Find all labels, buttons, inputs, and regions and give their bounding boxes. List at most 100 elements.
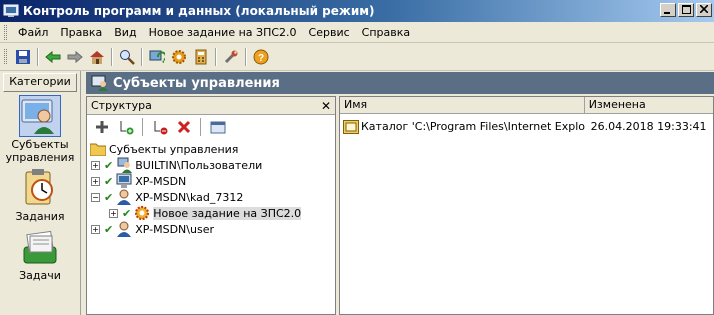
main-toolbar: ? <box>0 43 714 71</box>
structure-panel-title: Структура <box>91 99 152 112</box>
tree-node-label: XP-MSDN\user <box>135 222 214 236</box>
tree-toolbar <box>87 115 335 139</box>
checkmark-icon: ✔ <box>122 206 132 220</box>
card-file-icon <box>23 230 57 264</box>
menu-view[interactable]: Вид <box>108 26 142 39</box>
add-icon <box>96 121 108 133</box>
refresh-button[interactable] <box>146 46 168 68</box>
clipboard-clock-icon <box>25 169 53 205</box>
expand-icon[interactable]: + <box>109 208 118 218</box>
menu-grip[interactable] <box>4 24 7 40</box>
menu-edit[interactable]: Правка <box>54 26 108 39</box>
menu-help[interactable]: Справка <box>356 26 416 39</box>
checkmark-icon: ✔ <box>104 174 114 188</box>
close-icon <box>700 5 708 13</box>
menu-new-task[interactable]: Новое задание на ЗПС2.0 <box>143 26 303 39</box>
title-bar: Контроль программ и данных (локальный ре… <box>0 0 714 22</box>
settings-button[interactable] <box>168 46 190 68</box>
tree-node-label: XP-MSDN\kad_7312 <box>135 190 244 204</box>
tree-node-label: Новое задание на ЗПС2.0 <box>153 206 302 220</box>
column-name[interactable]: Имя <box>340 97 585 113</box>
user-group-icon <box>117 157 133 173</box>
tree-node[interactable]: + ✔ BUILTIN\Пользователи <box>91 157 262 173</box>
search-button[interactable] <box>116 46 138 68</box>
save-icon <box>16 49 30 64</box>
collapse-icon[interactable]: − <box>91 192 100 202</box>
save-button[interactable] <box>12 46 34 68</box>
close-icon[interactable]: ✕ <box>321 99 331 113</box>
user-icon <box>117 189 132 205</box>
structure-panel-header: Структура ✕ <box>87 97 335 115</box>
search-icon <box>120 49 135 65</box>
help-icon: ? <box>253 49 269 64</box>
toolbar-separator <box>142 118 144 136</box>
forward-arrow-icon <box>67 50 83 63</box>
category-subjects[interactable]: Субъекты управления <box>0 95 80 164</box>
categories-header[interactable]: Категории <box>3 73 77 92</box>
subjects-icon <box>91 75 108 91</box>
list-cell-name-text: Каталог 'C:\Program Files\Internet Explo… <box>361 120 585 133</box>
menu-bar: Файл Правка Вид Новое задание на ЗПС2.0 … <box>0 22 714 43</box>
gear-icon <box>172 49 186 64</box>
list-row[interactable]: Каталог 'C:\Program Files\Internet Explo… <box>340 118 713 135</box>
forward-button[interactable] <box>64 46 86 68</box>
calculator-button[interactable] <box>190 46 212 68</box>
tree-node[interactable]: − ✔ XP-MSDN\kad_7312 <box>91 189 243 205</box>
close-button[interactable] <box>696 3 712 17</box>
menu-file[interactable]: Файл <box>12 26 54 39</box>
wrench-icon <box>224 50 238 63</box>
maximize-icon <box>681 5 691 14</box>
user-computer-icon <box>19 95 61 137</box>
remove-button[interactable] <box>149 116 171 138</box>
toolbar-separator <box>111 47 113 66</box>
add-child-icon <box>120 121 134 135</box>
expand-icon[interactable]: + <box>91 176 100 186</box>
tools-button[interactable] <box>220 46 242 68</box>
tree-node-label: XP-MSDN <box>135 174 187 188</box>
add-child-button[interactable] <box>115 116 137 138</box>
delete-icon <box>177 120 191 134</box>
computer-icon <box>116 173 132 188</box>
folder-view-button[interactable] <box>207 116 229 138</box>
category-jobs[interactable]: Задачи <box>0 227 80 282</box>
structure-panel: Структура ✕ Субъекты управления + ✔ BUIL… <box>86 96 336 315</box>
tree-node[interactable]: + ✔ XP-MSDN\user <box>91 221 214 237</box>
maximize-button[interactable] <box>678 3 694 17</box>
tree-node[interactable]: + ✔ Новое задание на ЗПС2.0 <box>109 205 302 221</box>
delete-button[interactable] <box>173 116 195 138</box>
refresh-icon <box>149 50 165 63</box>
user-icon <box>117 221 132 237</box>
tree-node[interactable]: + ✔ XP-MSDN <box>91 173 186 189</box>
list-header: Имя Изменена <box>340 97 713 114</box>
folder-icon <box>90 143 106 156</box>
expand-icon[interactable]: + <box>91 224 100 234</box>
help-button[interactable]: ? <box>250 46 272 68</box>
column-modified[interactable]: Изменена <box>585 97 713 113</box>
category-label: Задания <box>15 210 65 223</box>
menu-service[interactable]: Сервис <box>303 26 356 39</box>
home-button[interactable] <box>86 46 108 68</box>
category-tasks[interactable]: Задания <box>0 168 80 223</box>
window-title: Контроль программ и данных (локальный ре… <box>23 4 375 18</box>
tree-root[interactable]: Субъекты управления <box>90 141 238 157</box>
category-label: Субъекты управления <box>5 138 75 164</box>
toolbar-separator <box>141 47 143 66</box>
toolbar-grip[interactable] <box>4 49 7 64</box>
checkmark-icon: ✔ <box>104 222 114 236</box>
minimize-button[interactable] <box>660 3 676 17</box>
toolbar-separator <box>200 118 202 136</box>
minimize-icon <box>664 12 670 14</box>
calculator-icon <box>195 49 207 64</box>
svg-text:?: ? <box>258 53 264 64</box>
category-label: Задачи <box>19 269 61 282</box>
details-list: Имя Изменена Каталог 'C:\Program Files\I… <box>339 96 714 315</box>
checkmark-icon: ✔ <box>104 190 114 204</box>
back-button[interactable] <box>42 46 64 68</box>
remove-icon <box>154 121 168 135</box>
back-arrow-icon <box>45 50 61 63</box>
add-button[interactable] <box>91 116 113 138</box>
list-cell-modified: 26.04.2018 19:33:41 <box>590 120 707 133</box>
expand-icon[interactable]: + <box>91 160 100 170</box>
toolbar-separator <box>37 47 39 66</box>
toolbar-separator <box>215 47 217 66</box>
